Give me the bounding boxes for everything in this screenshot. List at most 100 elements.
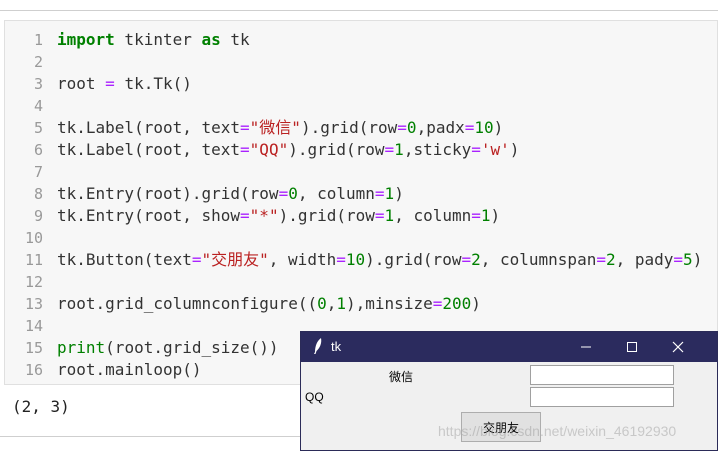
minimize-icon [581, 346, 591, 348]
line-number: 11 [24, 251, 43, 269]
code-token: ).grid(row [300, 118, 398, 137]
close-button[interactable] [655, 332, 701, 362]
qq-password-entry[interactable] [530, 387, 674, 407]
code-token: = [105, 74, 115, 93]
line-number: 15 [24, 339, 43, 357]
code-token: tkinter [114, 30, 202, 49]
code-line: tk.Button(text="交朋友", width=10).grid(row… [57, 249, 702, 271]
line-number: 9 [33, 207, 43, 225]
minimize-button[interactable] [563, 332, 609, 362]
code-token: ,padx [416, 118, 465, 137]
close-icon [672, 341, 684, 353]
code-token: = [336, 250, 346, 269]
code-token: tk.Button(text [57, 250, 192, 269]
code-token: , column [297, 184, 375, 203]
code-line: import tkinter as tk [57, 29, 250, 51]
code-token: "微信" [249, 118, 301, 137]
code-token: 10 [345, 250, 366, 269]
code-token: tk [220, 30, 250, 49]
code-token: , width [268, 250, 337, 269]
line-number: 16 [24, 361, 43, 379]
code-line: tk.Entry(root).grid(row=0, column=1) [57, 183, 404, 205]
code-token: 1 [336, 294, 347, 313]
code-line: root = tk.Tk() [57, 73, 192, 95]
code-token: 200 [442, 294, 472, 313]
code-token: ) [692, 250, 703, 269]
code-token: ,sticky [403, 140, 472, 159]
code-token: = [278, 184, 289, 203]
code-token: ).grid(row [278, 206, 375, 225]
line-number: 2 [33, 53, 43, 71]
code-token: ) [509, 140, 520, 159]
line-number: 14 [24, 317, 43, 335]
code-token: = [471, 206, 481, 225]
code-token: 0 [406, 118, 417, 137]
code-token: tk.Label(root, text [57, 118, 241, 137]
code-token: = [374, 184, 385, 203]
code-token: , column [394, 206, 472, 225]
code-token: tk.Entry(root, show [57, 206, 241, 225]
feather-icon [314, 338, 322, 354]
line-number: 4 [33, 97, 43, 115]
make-friends-button[interactable]: 交朋友 [461, 412, 541, 442]
code-token: = [464, 118, 475, 137]
code-token: tk.Tk() [114, 74, 192, 93]
code-token: ) [471, 294, 481, 313]
code-token: = [461, 250, 472, 269]
code-token: = [240, 206, 250, 225]
code-token: 1 [394, 140, 404, 159]
wechat-entry[interactable] [530, 365, 674, 385]
tk-titlebar[interactable]: tk [301, 332, 717, 362]
line-number: 3 [33, 75, 43, 93]
code-line: tk.Label(root, text="QQ").grid(row=1,sti… [57, 139, 519, 161]
code-token: ) [394, 184, 404, 203]
code-token: , columnspan [480, 250, 597, 269]
code-token: ).grid(row [288, 140, 385, 159]
code-token: ),minsize [346, 294, 433, 313]
code-token: root [57, 74, 106, 93]
code-token: = [471, 140, 481, 159]
code-token: root.mainloop() [57, 360, 202, 379]
code-token: = [432, 294, 443, 313]
line-number: 5 [33, 119, 43, 137]
code-line: tk.Entry(root, show="*").grid(row=1, col… [57, 205, 500, 227]
code-token: (root.grid_size()) [105, 338, 279, 357]
line-number: 7 [33, 163, 43, 181]
wechat-label: 微信 [389, 370, 414, 384]
qq-label: QQ [305, 390, 324, 404]
code-token: as [201, 30, 221, 49]
code-token: "*" [249, 206, 279, 225]
line-number: 10 [24, 229, 43, 247]
line-number: 8 [33, 185, 43, 203]
code-token: = [374, 206, 385, 225]
cell-output: (2, 3) [12, 397, 70, 416]
tk-window[interactable]: tk 微信 QQ 交朋友 [300, 331, 718, 451]
code-token: = [397, 118, 407, 137]
maximize-button[interactable] [609, 332, 655, 362]
code-token: 'w' [480, 140, 510, 159]
code-token: tk.Entry(root).grid(row [57, 184, 279, 203]
code-token: 1 [480, 206, 491, 225]
code-line: tk.Label(root, text="微信").grid(row=0,pad… [57, 117, 503, 139]
line-number: 6 [33, 141, 43, 159]
code-line: root.grid_columnconfigure((0,1),minsize=… [57, 293, 481, 315]
code-token: ) [493, 118, 504, 137]
code-token: import [57, 30, 115, 49]
code-token: "QQ" [249, 140, 289, 159]
window-title: tk [331, 339, 342, 354]
code-token: = [240, 118, 250, 137]
code-token: = [384, 140, 395, 159]
code-token: 5 [683, 250, 693, 269]
code-token: "交朋友" [201, 250, 269, 269]
maximize-icon [627, 342, 637, 352]
line-number: 12 [24, 273, 43, 291]
line-number-gutter: 1 2 3 4 5 6 7 8 9 10 11 12 13 14 15 16 [5, 21, 49, 384]
code-token: tk.Label(root, text [57, 140, 241, 159]
code-token: , pady [615, 250, 674, 269]
code-token: 10 [474, 118, 494, 137]
code-token: 2 [471, 250, 481, 269]
code-line: root.mainloop() [57, 359, 202, 381]
code-line: print(root.grid_size()) [57, 337, 279, 359]
code-token: print [57, 338, 106, 357]
code-token: 2 [605, 250, 616, 269]
